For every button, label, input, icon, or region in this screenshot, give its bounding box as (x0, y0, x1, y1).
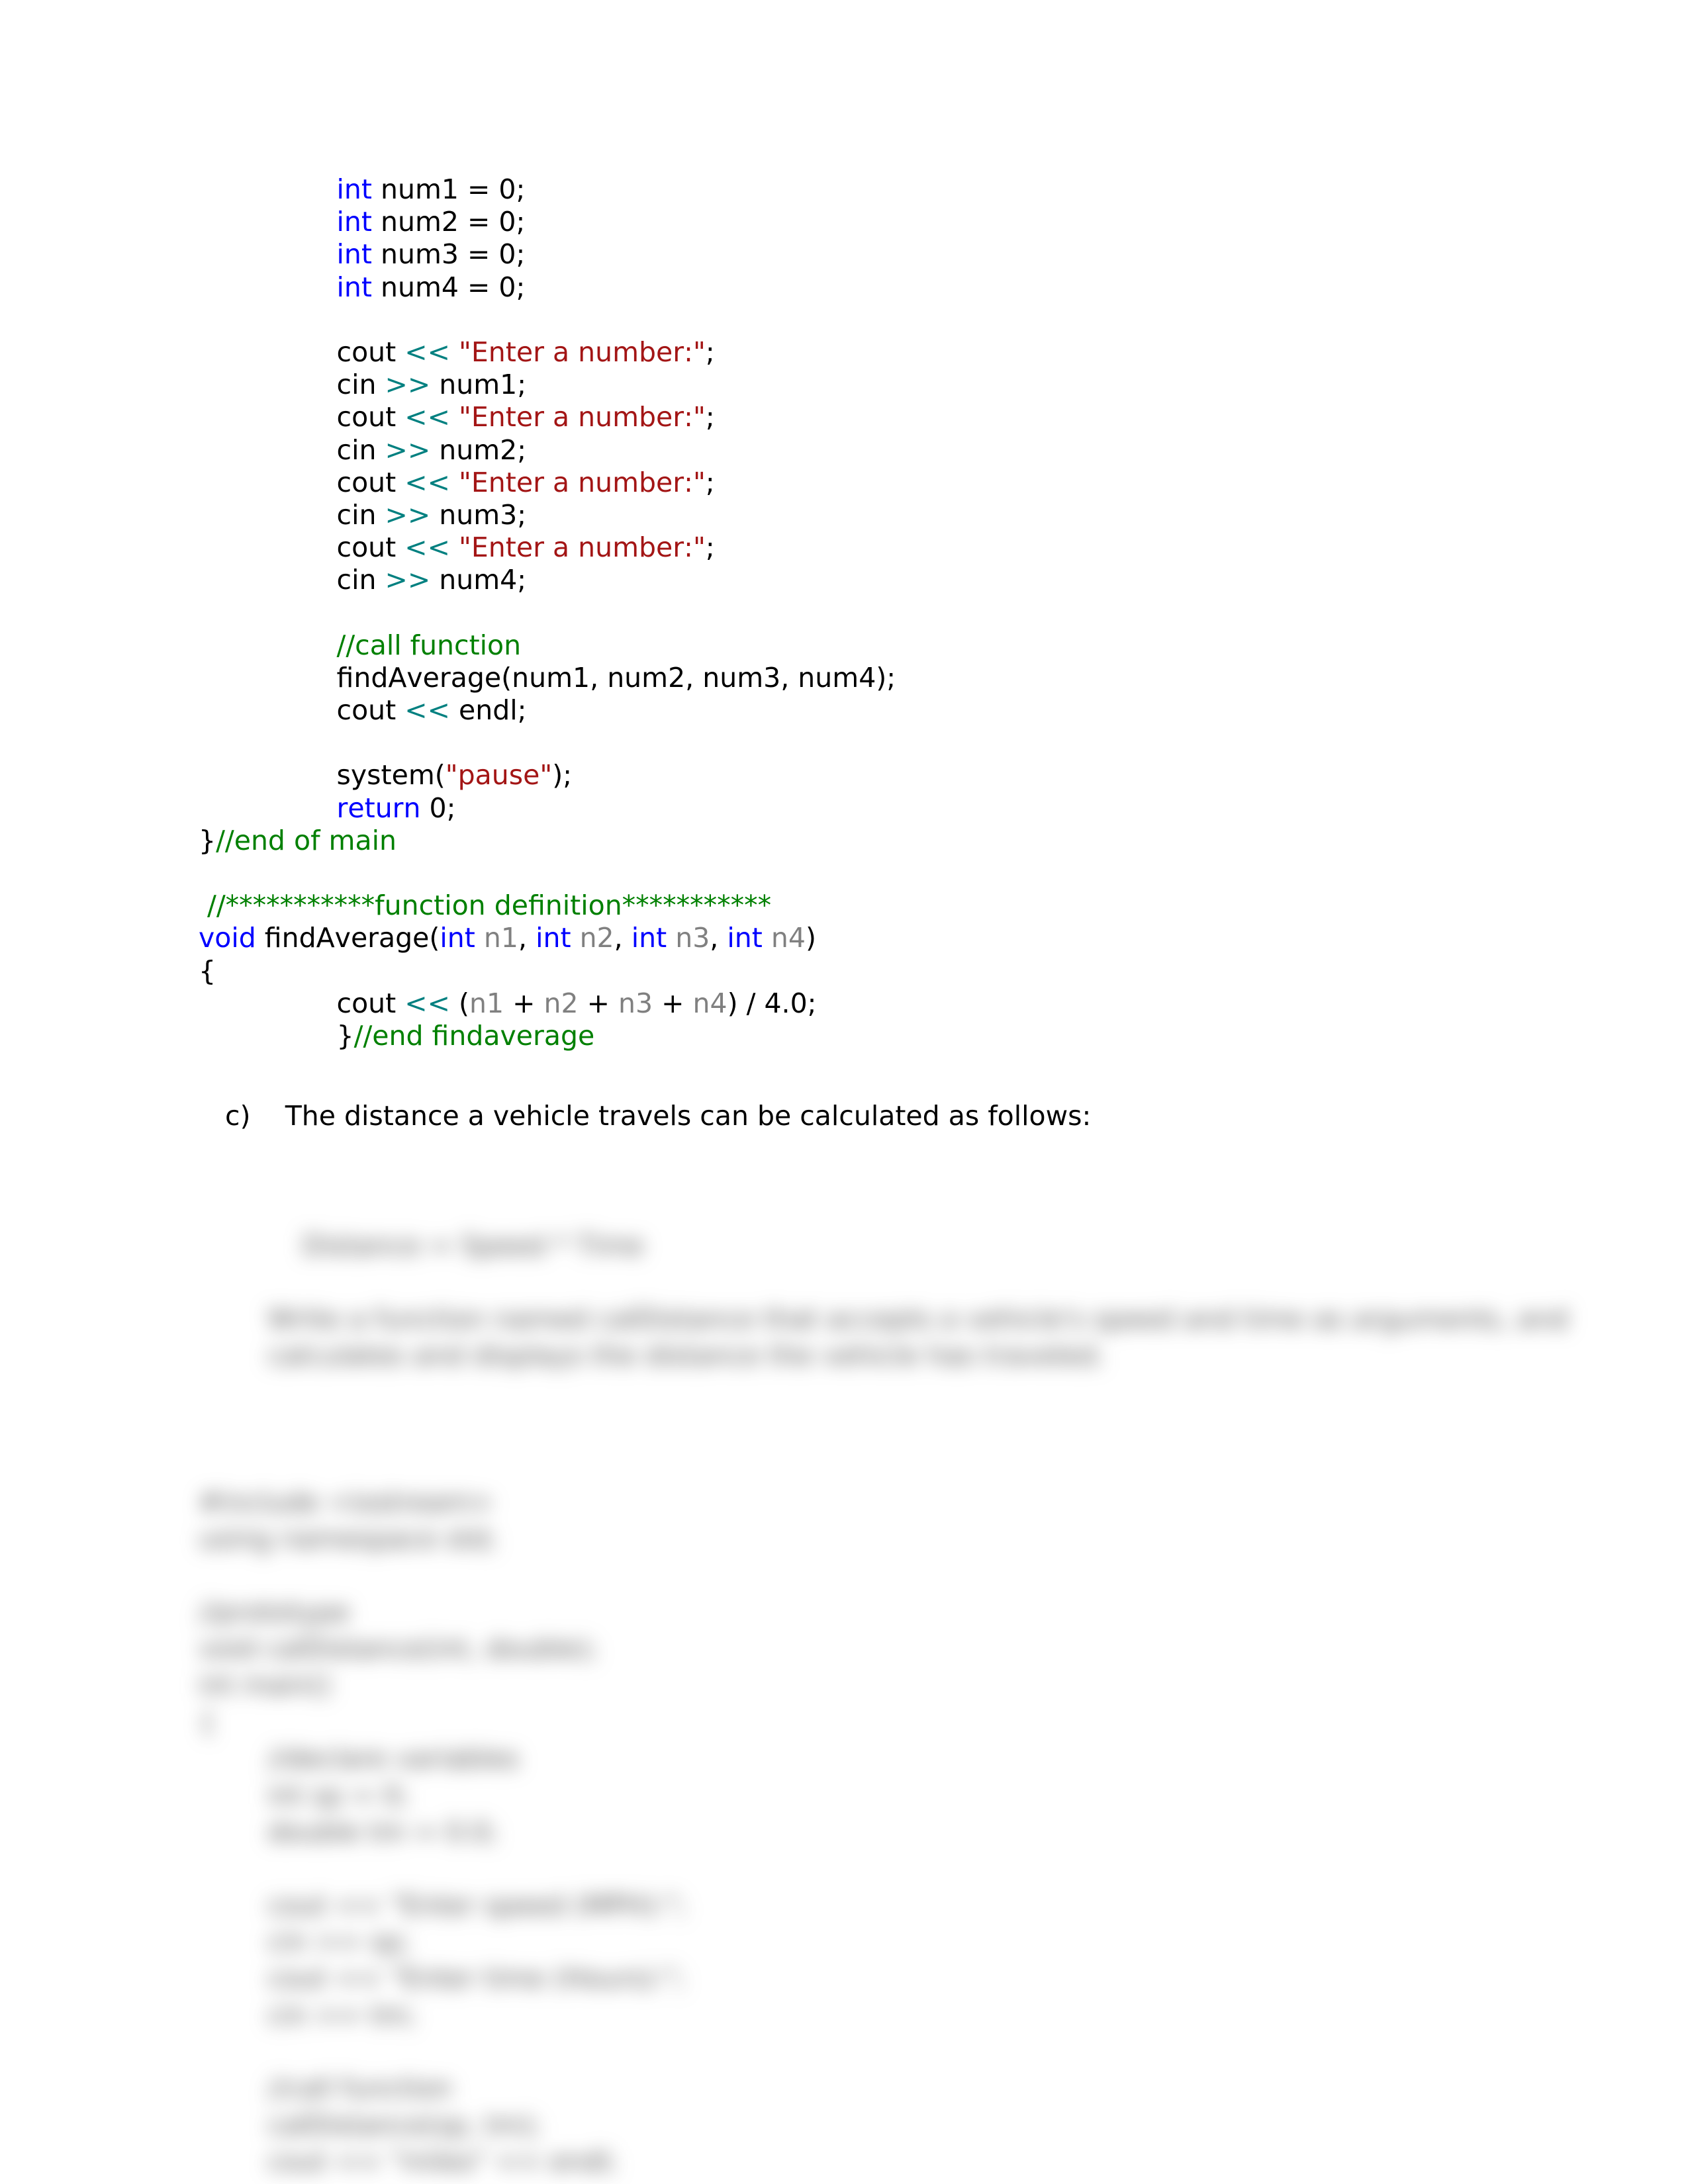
code-line: }//end of main (199, 825, 896, 857)
token-op: << (404, 336, 450, 368)
token-op: << (404, 401, 450, 433)
code-line: int num3 = 0; (199, 238, 896, 271)
document-page: int num1 = 0; int num2 = 0; int num3 = 0… (0, 0, 1688, 2184)
token-op: >> (385, 434, 430, 466)
token-kw: int (337, 271, 372, 303)
token-param: n3 (618, 987, 653, 1019)
token-str: "Enter a number:" (459, 401, 706, 433)
token-kw: void (199, 922, 256, 954)
blurred-text: Distance = Speed * Time Write a function… (199, 1230, 1568, 2177)
code-line (199, 727, 896, 759)
token-kw: int (440, 922, 475, 954)
token-op: >> (385, 499, 430, 531)
token-kw: return (337, 792, 421, 824)
token-op: << (404, 987, 450, 1019)
token-op: >> (385, 564, 430, 596)
token-str: "pause" (445, 759, 552, 791)
code-line: findAverage(num1, num2, num3, num4); (199, 662, 896, 694)
code-line (199, 857, 896, 889)
blurred-preview-region: Distance = Speed * Time Write a function… (199, 1191, 1456, 1966)
code-line: return 0; (199, 792, 896, 825)
token-param: n2 (580, 922, 614, 954)
token-op: >> (385, 369, 430, 400)
code-line: int num2 = 0; (199, 206, 896, 238)
code-line: system("pause"); (199, 759, 896, 792)
token-kw: int (337, 206, 372, 238)
code-line: cin >> num3; (199, 499, 896, 531)
token-kw: int (727, 922, 762, 954)
token-kw: int (337, 173, 372, 205)
code-line: //***********function definition********… (199, 889, 896, 922)
code-block: int num1 = 0; int num2 = 0; int num3 = 0… (199, 173, 896, 1052)
code-line (199, 596, 896, 629)
question-text: The distance a vehicle travels can be ca… (285, 1100, 1092, 1132)
code-line: cin >> num1; (199, 369, 896, 401)
token-param: n3 (675, 922, 710, 954)
token-kw: int (536, 922, 571, 954)
question-label: c) (225, 1100, 251, 1132)
token-param: n2 (544, 987, 579, 1019)
token-param: n1 (469, 987, 504, 1019)
token-cmt: //***********function definition********… (207, 889, 771, 921)
token-cmt: //end findaverage (354, 1020, 595, 1052)
code-line (199, 304, 896, 336)
code-line: int num1 = 0; (199, 173, 896, 206)
token-kw: int (337, 238, 372, 270)
code-line: cout << "Enter a number:"; (199, 401, 896, 433)
code-line: //call function (199, 629, 896, 662)
token-kw: int (632, 922, 667, 954)
token-param: n4 (693, 987, 727, 1019)
code-line: }//end findaverage (199, 1020, 896, 1052)
token-op: << (404, 467, 450, 498)
code-line: cin >> num4; (199, 564, 896, 596)
code-line: cout << "Enter a number:"; (199, 336, 896, 369)
token-op: << (404, 694, 450, 726)
token-op: << (404, 531, 450, 563)
token-str: "Enter a number:" (459, 531, 706, 563)
token-str: "Enter a number:" (459, 467, 706, 498)
code-line: void findAverage(int n1, int n2, int n3,… (199, 922, 896, 954)
code-line: int num4 = 0; (199, 271, 896, 304)
code-line: { (199, 955, 896, 987)
code-line: cout << endl; (199, 694, 896, 727)
code-line: cout << "Enter a number:"; (199, 467, 896, 499)
token-param: n4 (771, 922, 806, 954)
token-cmt: //end of main (216, 825, 397, 856)
token-cmt: //call function (337, 629, 522, 661)
token-str: "Enter a number:" (459, 336, 706, 368)
token-param: n1 (484, 922, 518, 954)
code-line: cout << (n1 + n2 + n3 + n4) / 4.0; (199, 987, 896, 1020)
code-line: cout << "Enter a number:"; (199, 531, 896, 564)
code-line: cin >> num2; (199, 434, 896, 467)
question-c: c) The distance a vehicle travels can be… (225, 1100, 1091, 1132)
